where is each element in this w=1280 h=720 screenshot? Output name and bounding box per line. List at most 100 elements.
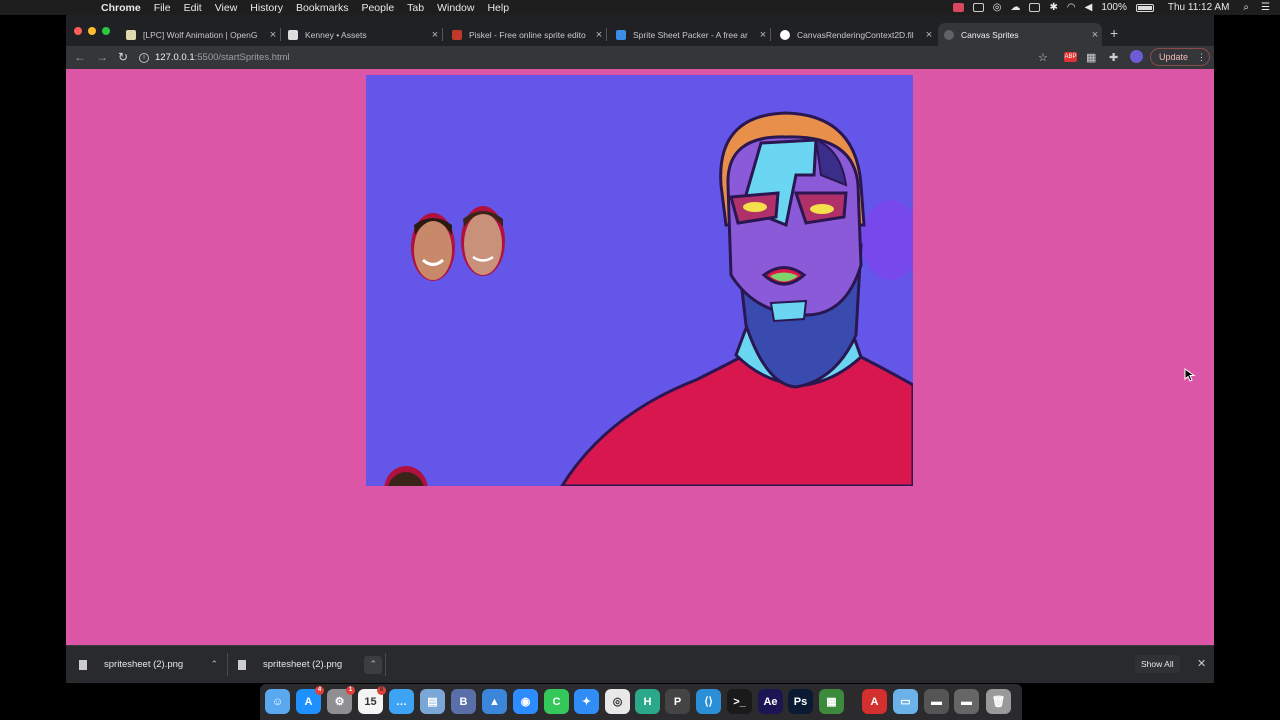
chevron-up-icon[interactable]: ⌃ xyxy=(364,655,383,674)
notification-badge: 8 xyxy=(377,686,386,695)
tab-close-icon[interactable]: × xyxy=(428,29,442,41)
screen-status-icon[interactable] xyxy=(1029,3,1041,12)
tab-canvas-sprites[interactable]: Canvas Sprites × xyxy=(938,23,1102,46)
tab-kenney-assets[interactable]: Kenney • Assets × xyxy=(282,23,443,46)
safari-icon[interactable]: ✦ xyxy=(574,689,599,714)
cloud-status-icon[interactable]: ☁ xyxy=(1010,2,1020,13)
trash-icon[interactable]: 🗑 xyxy=(986,689,1011,714)
extensions-puzzle-icon[interactable]: ✚ xyxy=(1109,51,1118,64)
tab-close-icon[interactable]: × xyxy=(756,29,770,41)
finder-icon[interactable]: ☺ xyxy=(265,689,290,714)
menu-bookmarks[interactable]: Bookmarks xyxy=(296,2,349,14)
downloads-stack-icon[interactable]: ▬ xyxy=(924,689,949,714)
window-minimize-button[interactable] xyxy=(88,27,96,35)
tab-canvas-rendering-context[interactable]: CanvasRenderingContext2D.fil × xyxy=(774,23,936,46)
chrome-icon[interactable]: ◎ xyxy=(605,689,630,714)
download-item[interactable]: spritesheet (2).png ⌃ xyxy=(79,646,223,683)
url-host: 127.0.0.1 xyxy=(155,52,195,63)
zoom-icon[interactable]: ◉ xyxy=(513,689,538,714)
url-path: :5500/startSprites.html xyxy=(194,52,290,63)
menu-file[interactable]: File xyxy=(154,2,171,14)
menu-tab[interactable]: Tab xyxy=(407,2,424,14)
globe-icon xyxy=(944,29,954,40)
preview-icon[interactable]: ▤ xyxy=(420,689,445,714)
tab-separator xyxy=(442,28,443,41)
battery-percent: 100% xyxy=(1101,2,1127,13)
pixelmator-icon[interactable]: P xyxy=(665,689,690,714)
calendar-icon[interactable]: 15 8 xyxy=(358,686,386,714)
page-viewport xyxy=(66,69,1214,645)
tab-sprite-sheet-packer[interactable]: Sprite Sheet Packer - A free ar × xyxy=(610,23,771,46)
close-icon[interactable]: ✕ xyxy=(1197,657,1206,670)
bluetooth-icon[interactable]: ✱ xyxy=(1049,2,1057,13)
kenney-icon xyxy=(288,29,298,40)
wifi-icon[interactable]: ◠ xyxy=(1067,2,1076,13)
keynote-icon[interactable]: ▲ xyxy=(482,689,507,714)
tab-close-icon[interactable]: × xyxy=(922,29,936,41)
app-store-icon[interactable]: A4 xyxy=(296,686,324,714)
tab-separator xyxy=(606,28,607,41)
menu-people[interactable]: People xyxy=(361,2,394,14)
tab-separator xyxy=(280,28,281,41)
extension-tool-icon[interactable]: ▦ xyxy=(1086,51,1096,64)
update-button[interactable]: Update ⋮ xyxy=(1150,48,1210,66)
forward-arrow-icon[interactable]: → xyxy=(96,50,108,64)
address-bar[interactable]: i 127.0.0.1:5500/startSprites.html xyxy=(139,48,1061,67)
download-filename: spritesheet (2).png xyxy=(104,659,184,670)
tab-piskel[interactable]: Piskel - Free online sprite edito × xyxy=(446,23,607,46)
hype-icon[interactable]: H xyxy=(635,689,660,714)
tab-title: Piskel - Free online sprite edito xyxy=(469,29,586,40)
back-arrow-icon[interactable]: ← xyxy=(74,50,86,64)
system-preferences-icon[interactable]: ⚙ 1 xyxy=(327,686,355,714)
screens-stack-icon[interactable]: ▬ xyxy=(954,689,979,714)
menubar-status-area: ◎ ☁ ✱ ◠ ◀ 100% Thu 11:12 AM ⌕ ☰ xyxy=(944,0,1280,15)
battery-icon[interactable] xyxy=(1135,3,1154,12)
messages-icon[interactable]: … xyxy=(389,689,414,714)
folder-icon[interactable]: ▭ xyxy=(893,689,918,714)
tab-close-icon[interactable]: × xyxy=(1088,29,1102,41)
tab-lpc-wolf-animation[interactable]: [LPC] Wolf Animation | OpenG × xyxy=(120,23,281,46)
canvas-drawing xyxy=(384,111,913,486)
more-menu-icon[interactable]: ⋮ xyxy=(1197,52,1206,63)
bookmark-star-icon[interactable]: ☆ xyxy=(1038,51,1048,64)
menubar-clock[interactable]: Thu 11:12 AM xyxy=(1168,2,1230,13)
tab-close-icon[interactable]: × xyxy=(266,29,280,41)
tab-strip: [LPC] Wolf Animation | OpenG × Kenney • … xyxy=(66,15,1214,46)
record-status-icon[interactable] xyxy=(952,3,964,12)
reload-icon[interactable]: ↻ xyxy=(118,50,128,64)
display-status-icon[interactable] xyxy=(972,3,984,12)
numbers-grid-icon[interactable]: ▦ xyxy=(819,689,844,714)
tab-close-icon[interactable]: × xyxy=(592,29,606,41)
adblock-extension-icon[interactable]: ABP xyxy=(1064,52,1077,62)
site-info-icon[interactable]: i xyxy=(139,52,149,63)
profile-avatar[interactable] xyxy=(1130,50,1143,63)
menu-help[interactable]: Help xyxy=(487,2,509,14)
after-effects-icon[interactable]: Ae xyxy=(758,689,783,714)
facetime-icon[interactable]: C xyxy=(544,689,569,714)
download-separator xyxy=(385,653,386,676)
new-tab-plus-icon[interactable]: + xyxy=(1110,25,1118,41)
vscode-icon[interactable]: ⟨⟩ xyxy=(696,689,721,714)
download-item[interactable]: spritesheet (2).png ⌃ xyxy=(238,646,383,683)
menu-view[interactable]: View xyxy=(215,2,238,14)
tab-title: CanvasRenderingContext2D.fil xyxy=(797,29,914,40)
sync-status-icon[interactable]: ◎ xyxy=(993,2,1002,13)
terminal-icon[interactable]: >_ xyxy=(727,689,752,714)
menu-edit[interactable]: Edit xyxy=(184,2,202,14)
spotlight-search-icon[interactable]: ⌕ xyxy=(1243,2,1249,13)
window-close-button[interactable] xyxy=(74,27,82,35)
volume-icon[interactable]: ◀ xyxy=(1085,2,1093,13)
menu-history[interactable]: History xyxy=(250,2,283,14)
menu-chrome[interactable]: Chrome xyxy=(101,2,141,14)
acrobat-icon[interactable]: A xyxy=(862,689,887,714)
bbedit-icon[interactable]: B xyxy=(451,689,476,714)
photoshop-icon[interactable]: Ps xyxy=(788,689,813,714)
window-zoom-button[interactable] xyxy=(102,27,110,35)
chevron-up-icon[interactable]: ⌃ xyxy=(205,656,223,674)
notification-center-icon[interactable]: ☰ xyxy=(1261,2,1270,13)
spritepacker-icon xyxy=(616,29,626,40)
notification-badge: 4 xyxy=(315,686,324,695)
macos-dock: ☺ A 4 ⚙ 1 15 8… ▤ B ▲ ◉ C ✦ ◎ H P ⟨⟩ >_ Ae Ps ▦ A ▭ ▬ ▬ 🗑 xyxy=(260,684,1022,720)
menu-window[interactable]: Window xyxy=(437,2,474,14)
show-all-button[interactable]: Show All xyxy=(1135,655,1180,673)
